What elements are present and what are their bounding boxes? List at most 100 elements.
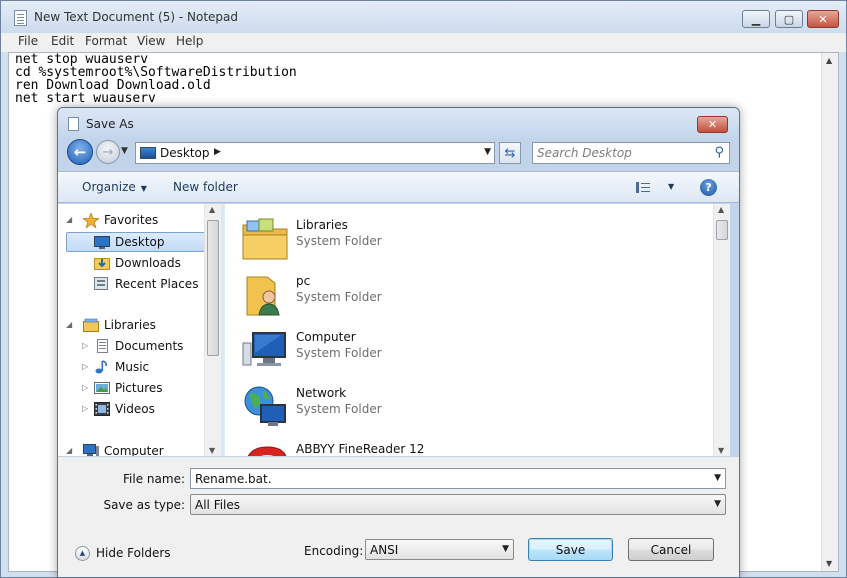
nav-label: Recent Places — [115, 277, 199, 291]
file-name-value[interactable]: Rename.bat. — [195, 472, 272, 486]
chevron-down-icon[interactable]: ▼ — [714, 473, 721, 483]
navigation-pane: ◢ Favorites Desktop Downloads Recent Pla… — [58, 204, 221, 458]
menu-format[interactable]: Format — [85, 34, 127, 48]
notepad-content: net stop wuauserv cd %systemroot%\Softwar… — [15, 53, 297, 105]
close-button[interactable]: ✕ — [807, 10, 839, 28]
file-name: pc — [296, 274, 311, 288]
new-folder-button[interactable]: New folder — [173, 180, 238, 194]
list-item[interactable]: Network System Folder — [225, 379, 705, 435]
nav-label: Desktop — [115, 235, 165, 249]
scroll-thumb[interactable] — [716, 220, 728, 240]
music-note-icon — [94, 360, 110, 374]
close-icon: ✕ — [707, 118, 718, 131]
search-icon[interactable]: ⚲ — [714, 145, 724, 160]
maximize-button[interactable]: ▢ — [775, 10, 803, 28]
star-icon — [81, 211, 101, 230]
forward-button[interactable]: → — [96, 140, 120, 164]
nav-item-downloads[interactable]: Downloads — [94, 253, 181, 273]
scroll-up-icon[interactable]: ▲ — [826, 56, 832, 65]
notepad-scrollbar[interactable]: ▲ ▼ — [821, 53, 838, 571]
nav-label: Pictures — [115, 381, 163, 395]
file-type: System Folder — [296, 402, 382, 416]
nav-item-desktop[interactable]: Desktop — [94, 232, 165, 252]
change-view-button[interactable]: ▼ — [636, 180, 676, 196]
search-input[interactable] — [537, 145, 707, 161]
documents-icon — [94, 339, 110, 353]
list-item[interactable]: Computer System Folder — [225, 323, 705, 379]
nav-item-libraries[interactable]: Libraries — [83, 315, 156, 335]
refresh-button[interactable]: ⇆ — [499, 142, 521, 164]
minimize-button[interactable]: ▁ — [742, 10, 770, 28]
file-type: System Folder — [296, 290, 382, 304]
expand-triangle-icon[interactable]: ▷ — [82, 341, 88, 350]
scroll-down-icon[interactable]: ▼ — [209, 446, 215, 455]
menu-help[interactable]: Help — [176, 34, 203, 48]
save-as-type-select[interactable]: All Files ▼ — [190, 494, 726, 515]
nav-label: Videos — [115, 402, 155, 416]
scroll-thumb[interactable] — [207, 220, 219, 356]
breadcrumb-arrow-icon[interactable]: ▶ — [214, 147, 221, 157]
nav-item-recent-places[interactable]: Recent Places — [94, 274, 198, 294]
scroll-down-icon[interactable]: ▼ — [826, 559, 832, 568]
recent-locations-chevron-icon[interactable]: ▼ — [121, 146, 128, 156]
libraries-folder-icon — [241, 217, 289, 261]
expand-triangle-icon[interactable]: ▷ — [82, 404, 88, 413]
expand-triangle-icon[interactable]: ▷ — [82, 362, 88, 371]
scroll-down-icon[interactable]: ▼ — [718, 446, 724, 455]
nav-label: Downloads — [115, 256, 181, 270]
nav-item-pictures[interactable]: Pictures — [94, 378, 163, 398]
back-button[interactable]: ← — [67, 139, 93, 165]
nav-label: Documents — [115, 339, 184, 353]
help-button[interactable]: ? — [700, 179, 717, 196]
menu-edit[interactable]: Edit — [51, 34, 74, 48]
address-location[interactable]: Desktop — [160, 146, 210, 160]
dialog-titlebar[interactable]: Save As ✕ — [58, 108, 739, 139]
collapse-triangle-icon[interactable]: ◢ — [66, 320, 72, 329]
list-item[interactable]: Libraries System Folder — [225, 211, 705, 267]
chevron-down-icon: ▼ — [714, 499, 721, 509]
save-form: File name: Rename.bat. ▼ Save as type: A… — [58, 456, 739, 577]
refresh-icon: ⇆ — [504, 145, 516, 161]
expand-triangle-icon[interactable]: ▷ — [82, 383, 88, 392]
minimize-icon: ▁ — [751, 12, 761, 26]
nav-pane-scrollbar[interactable]: ▲ ▼ — [204, 204, 221, 456]
organize-button[interactable]: Organize ▼ — [82, 180, 147, 194]
scroll-up-icon[interactable]: ▲ — [209, 205, 215, 214]
file-name: Libraries — [296, 218, 348, 232]
file-name: Network — [296, 386, 347, 400]
chevron-down-icon: ▼ — [140, 184, 147, 193]
libraries-icon — [83, 318, 99, 332]
collapse-triangle-icon[interactable]: ◢ — [66, 215, 72, 224]
notepad-title: New Text Document (5) - Notepad — [34, 10, 239, 24]
list-item[interactable]: pc System Folder — [225, 267, 705, 323]
file-name-label: File name: — [123, 472, 185, 486]
file-list-scrollbar[interactable]: ▲ ▼ — [713, 204, 730, 456]
nav-item-music[interactable]: Music — [94, 357, 149, 377]
help-icon: ? — [705, 181, 712, 194]
nav-item-favorites[interactable]: Favorites — [81, 210, 158, 230]
save-button[interactable]: Save — [528, 538, 613, 561]
file-name: ABBYY FineReader 12 — [296, 442, 425, 456]
dialog-close-button[interactable]: ✕ — [697, 116, 728, 133]
file-type: System Folder — [296, 346, 382, 360]
chevron-down-icon: ▼ — [668, 182, 675, 191]
encoding-select[interactable]: ANSI ▼ — [365, 539, 514, 560]
file-name-field[interactable]: Rename.bat. ▼ — [190, 468, 726, 489]
menu-file[interactable]: File — [18, 34, 38, 48]
collapse-triangle-icon[interactable]: ◢ — [66, 446, 72, 455]
notepad-titlebar[interactable]: New Text Document (5) - Notepad ▁ ▢ ✕ — [1, 1, 846, 33]
scroll-up-icon[interactable]: ▲ — [718, 205, 724, 214]
close-icon: ✕ — [818, 12, 828, 26]
address-dropdown-icon[interactable]: ▼ — [484, 147, 491, 157]
hide-folders-button[interactable]: ▲ Hide Folders — [75, 545, 171, 561]
cancel-button[interactable]: Cancel — [628, 538, 714, 561]
address-bar[interactable]: Desktop ▶ ▼ — [135, 142, 495, 164]
nav-item-documents[interactable]: Documents — [94, 336, 183, 356]
organize-label: Organize — [82, 180, 136, 194]
list-item[interactable]: ABBYY FineReader 12 Shortcut — [225, 435, 705, 456]
search-box[interactable]: ⚲ — [532, 142, 730, 164]
recent-places-icon — [94, 277, 110, 291]
nav-item-videos[interactable]: Videos — [94, 399, 155, 419]
menu-view[interactable]: View — [137, 34, 165, 48]
encoding-label: Encoding: — [304, 544, 364, 558]
